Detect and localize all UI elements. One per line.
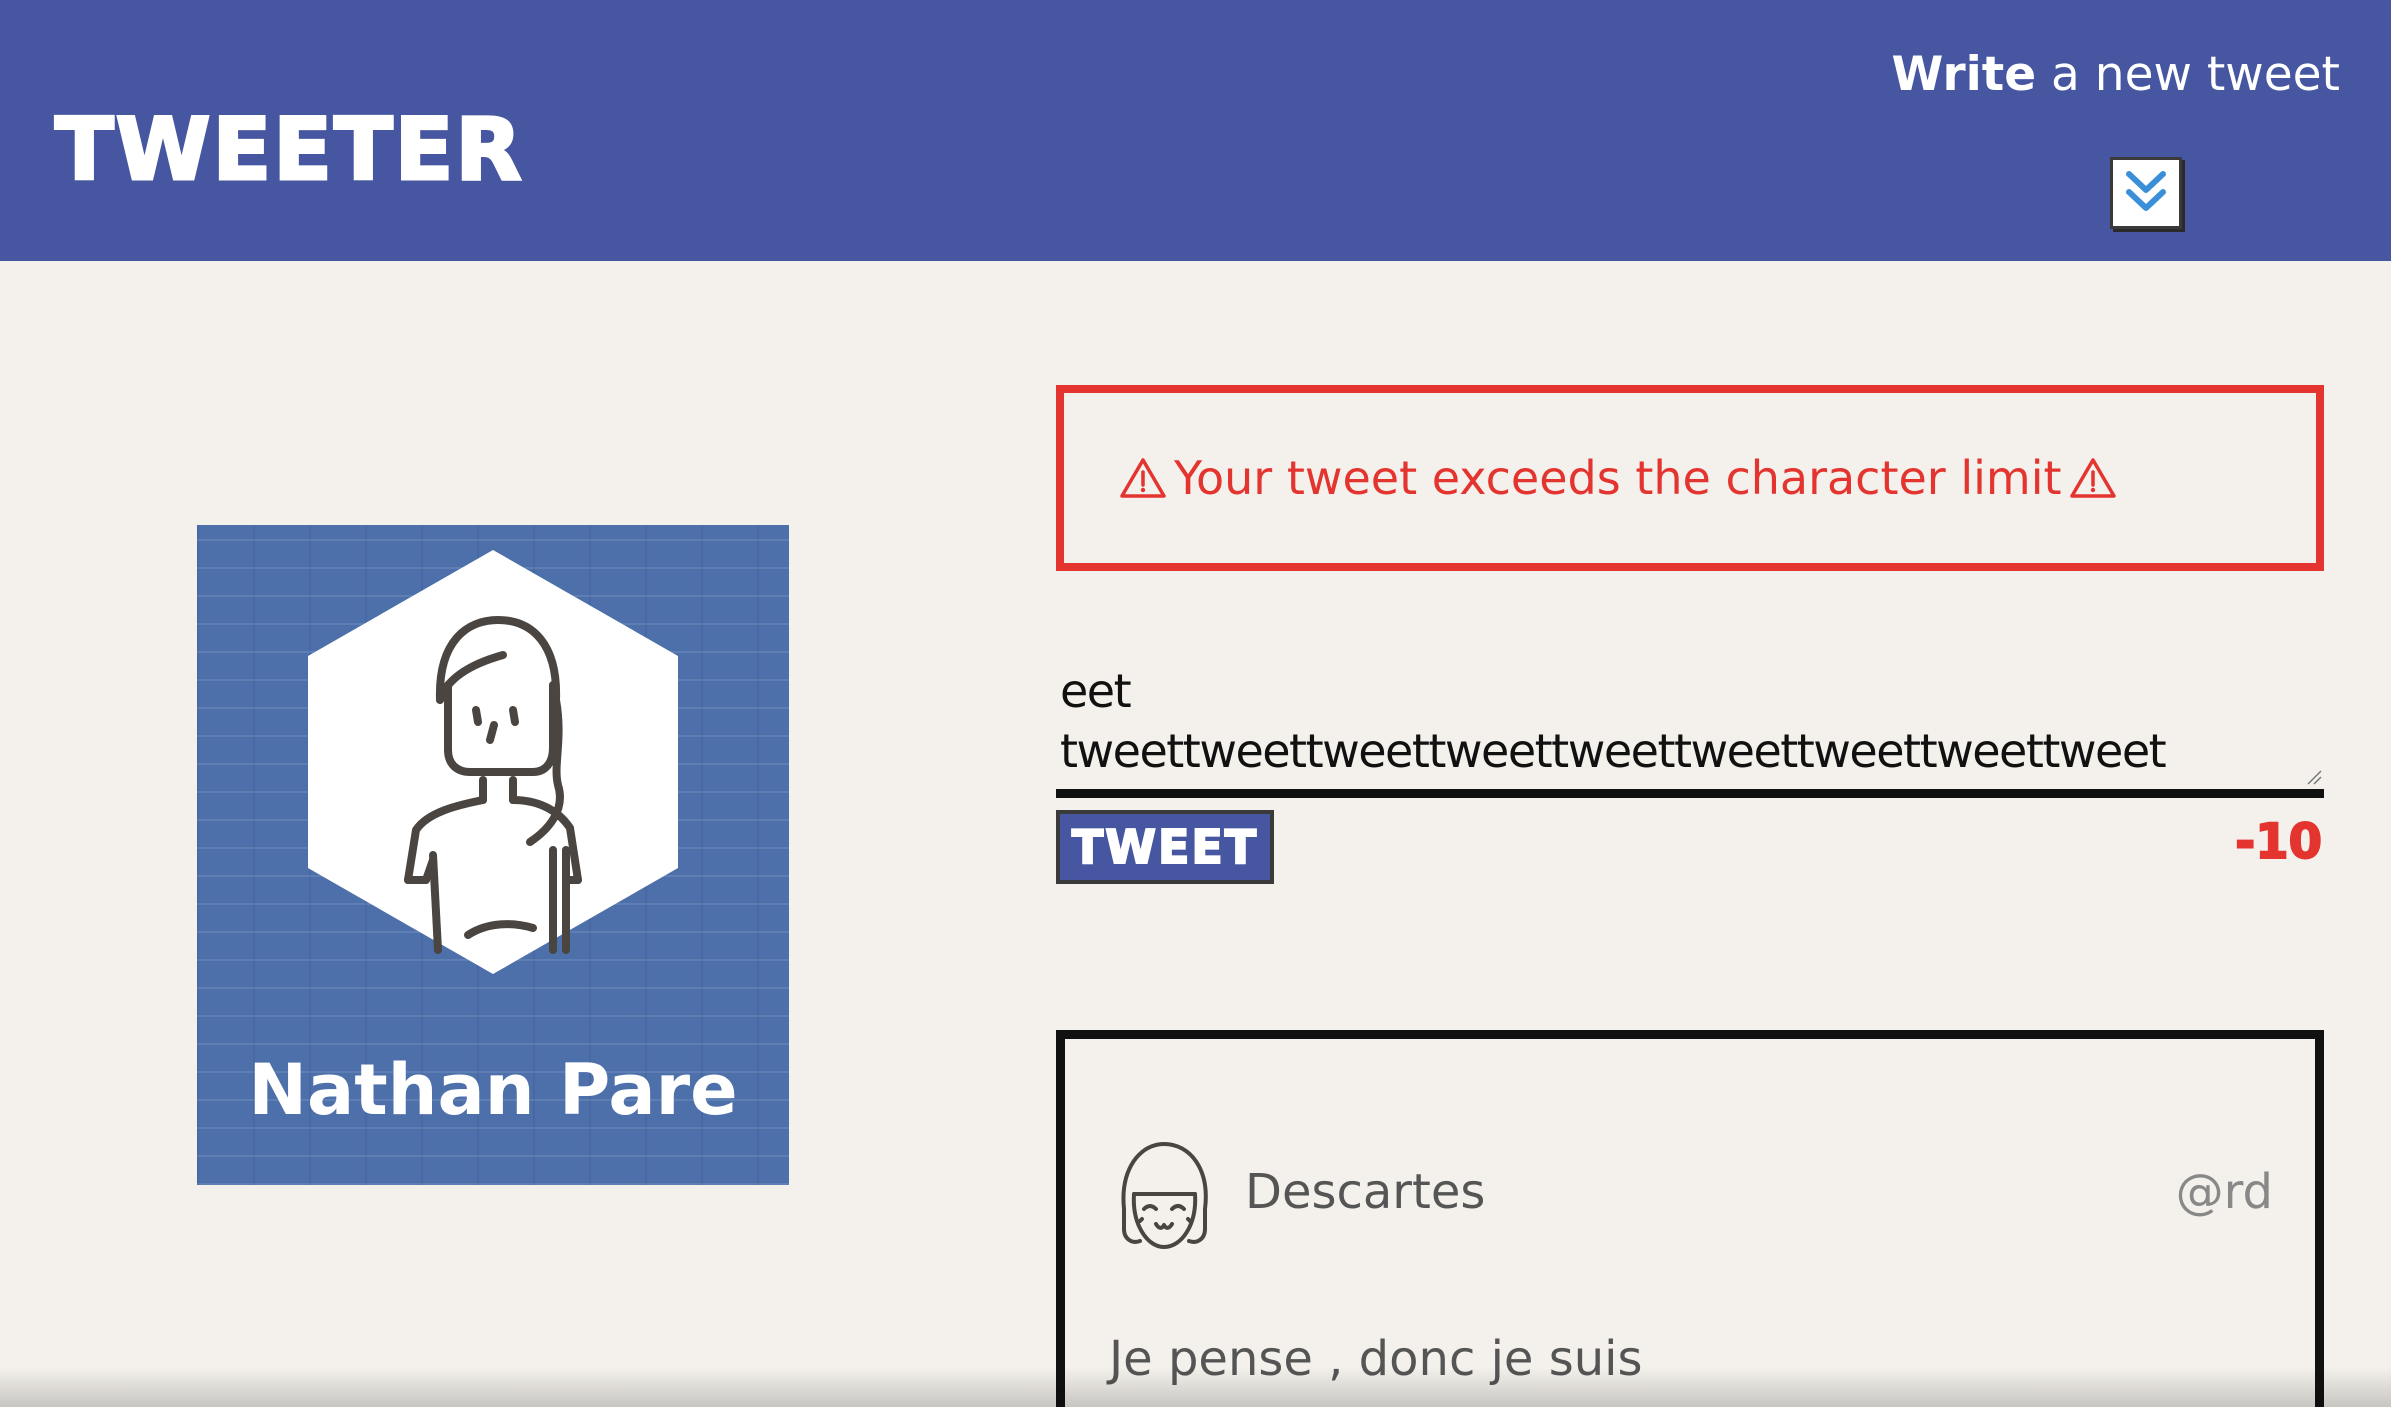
warning-icon [1120, 458, 1166, 498]
top-nav: TWEETER Write a new tweet [0, 0, 2391, 261]
user-avatar-icon [308, 550, 678, 974]
textarea-line: eettweettweettweettweettweettweettweettw… [1060, 664, 1132, 718]
error-message: Your tweet exceeds the character limit [1112, 451, 2124, 505]
write-rest-text: a new tweet [2036, 47, 2340, 102]
tweet-author-handle: @rd [2175, 1164, 2273, 1220]
error-banner: Your tweet exceeds the character limit [1056, 385, 2324, 571]
tweet-textarea-content[interactable]: eet tweettweettweettweettweettweettweettw… [1060, 660, 2310, 781]
tweet-textarea[interactable]: eet tweettweettweettweettweettweettweettw… [1056, 660, 2324, 798]
write-new-tweet-label[interactable]: Write a new tweet [1891, 40, 2340, 110]
tweet-submit-button[interactable]: TWEET [1056, 810, 1274, 884]
page: TWEETER Write a new tweet Nathan Pare Yo… [0, 0, 2391, 1407]
warning-icon [2069, 458, 2116, 498]
compose-toggle-button[interactable] [2110, 157, 2182, 229]
tweet-card: Descartes @rd Je pense , donc je suis [1056, 1030, 2324, 1407]
tweet-author-avatar-icon [1121, 1142, 1208, 1249]
profile-name: Nathan Pare [248, 1049, 738, 1131]
character-counter: -10 [2234, 813, 2323, 871]
tweet-author-name: Descartes [1245, 1164, 1486, 1220]
textarea-line: tweettweettweettweettweettweettweettweet… [1060, 724, 2167, 778]
tweet-content: Je pense , donc je suis [1109, 1331, 1643, 1387]
profile-card: Nathan Pare [197, 525, 789, 1185]
resize-grip-icon[interactable] [2304, 767, 2322, 785]
error-message-text: Your tweet exceeds the character limit [1174, 451, 2062, 505]
write-bold-text: Write [1891, 47, 2037, 102]
brand-logo[interactable]: TWEETER [54, 99, 524, 202]
double-chevron-down-icon [2126, 171, 2166, 211]
